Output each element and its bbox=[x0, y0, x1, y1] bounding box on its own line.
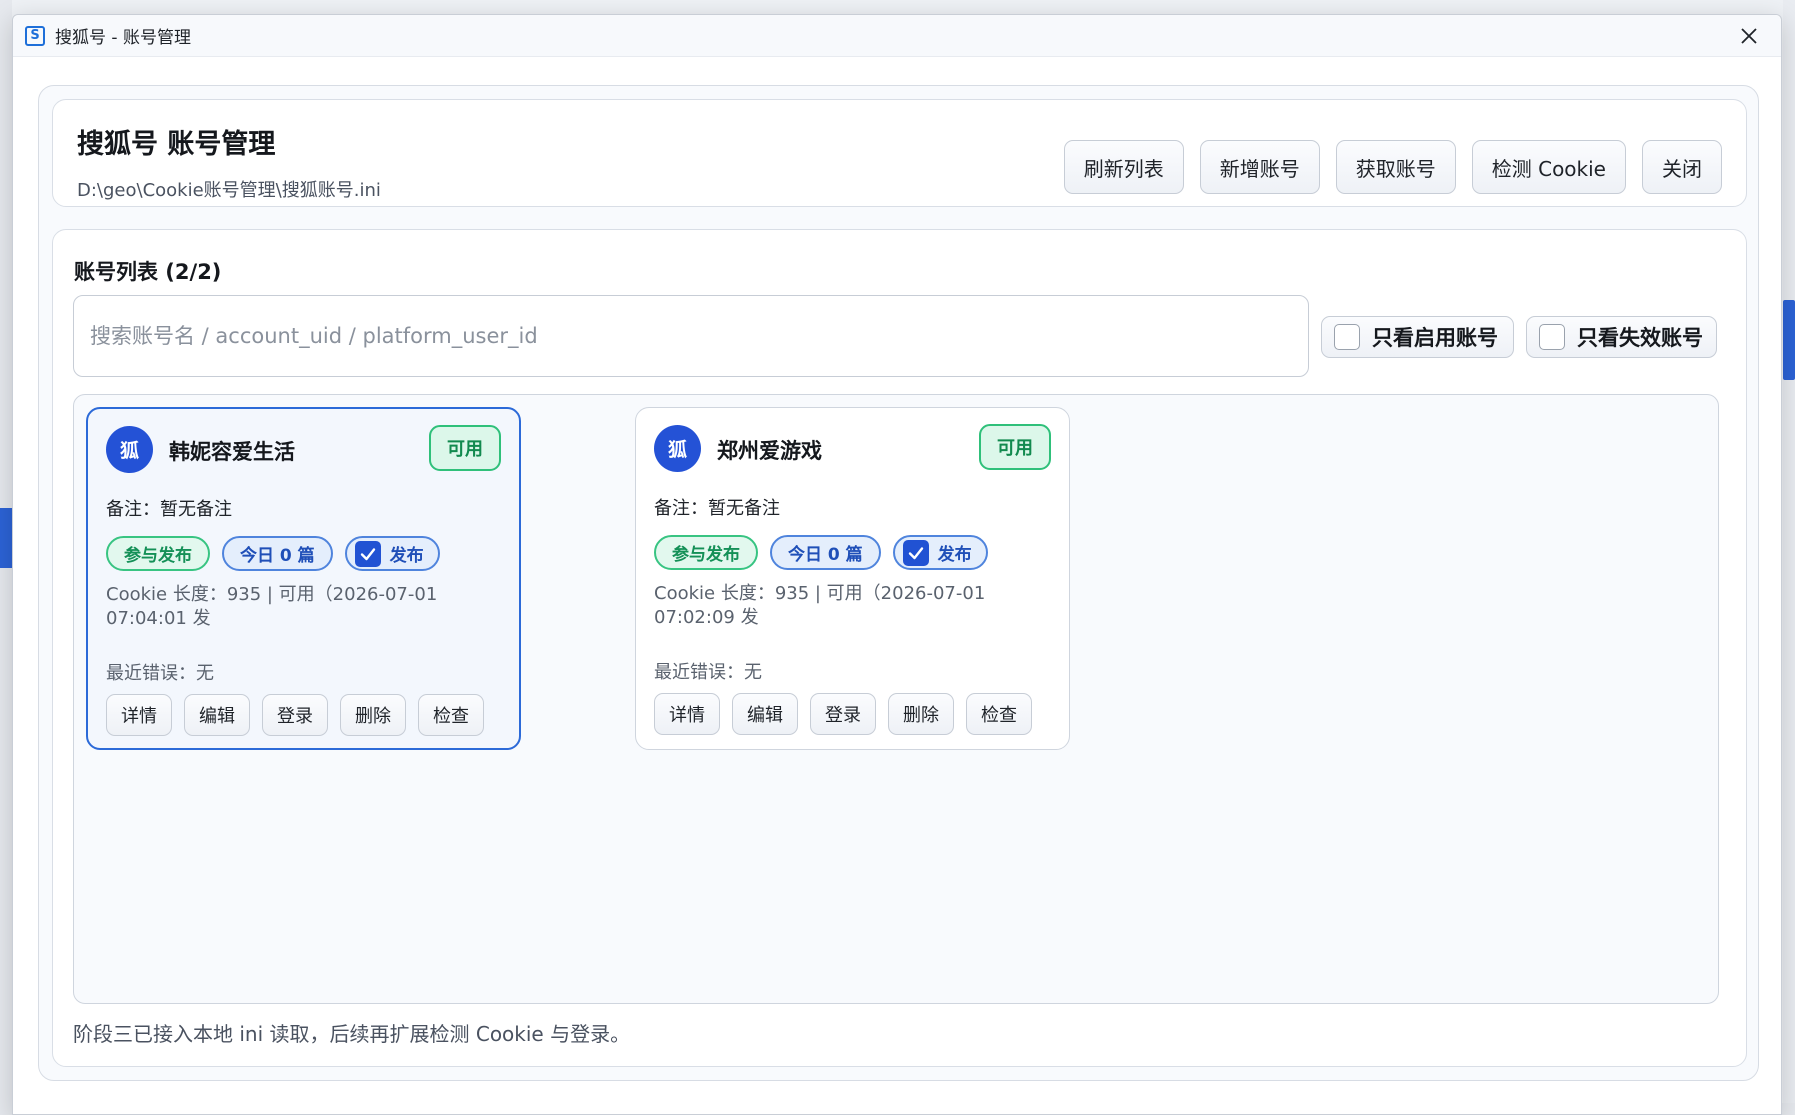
card-actions: 详情 编辑 登录 删除 检查 bbox=[654, 693, 1032, 735]
cookie-info: Cookie 长度：935 | 可用（2026-07-01 07:04:01 发 bbox=[106, 584, 438, 629]
account-tags: 参与发布 今日 0 篇 发布 bbox=[106, 536, 440, 571]
publish-label: 发布 bbox=[937, 545, 972, 565]
header-toolbar: 刷新列表 新增账号 获取账号 检测 Cookie 关闭 bbox=[1063, 140, 1722, 194]
account-remark: 备注：暂无备注 bbox=[654, 498, 780, 519]
background-right-strip bbox=[1783, 0, 1795, 1115]
account-manager-window: S 搜狐号 - 账号管理 搜狐号 账号管理 D:\geo\Cookie账号管理\… bbox=[12, 14, 1782, 1115]
account-remark: 备注：暂无备注 bbox=[106, 499, 232, 520]
title-bar[interactable]: S 搜狐号 - 账号管理 bbox=[13, 15, 1781, 57]
refresh-list-button[interactable]: 刷新列表 bbox=[1063, 140, 1184, 194]
account-list-title: 账号列表 (2/2) bbox=[74, 260, 222, 284]
checkmark-icon[interactable] bbox=[354, 540, 381, 567]
check-button[interactable]: 检查 bbox=[966, 693, 1032, 735]
status-badge: 可用 bbox=[979, 424, 1051, 470]
avatar: 狐 bbox=[654, 425, 701, 472]
window-title: 搜狐号 - 账号管理 bbox=[55, 28, 191, 48]
background-left-strip bbox=[0, 0, 12, 1115]
check-cookie-button[interactable]: 检测 Cookie bbox=[1471, 140, 1626, 194]
account-cards-area: 狐 韩妮容爱生活 可用 备注：暂无备注 参与发布 今日 0 篇 发布 Cooki… bbox=[73, 394, 1719, 1004]
today-count-tag: 今日 0 篇 bbox=[770, 535, 881, 570]
today-count-tag: 今日 0 篇 bbox=[222, 536, 333, 571]
only-invalid-checkbox[interactable]: 只看失效账号 bbox=[1526, 316, 1717, 358]
app-logo-icon: S bbox=[25, 25, 45, 46]
only-enabled-checkbox[interactable]: 只看启用账号 bbox=[1321, 316, 1514, 358]
login-button[interactable]: 登录 bbox=[810, 693, 876, 735]
account-name: 韩妮容爱生活 bbox=[169, 440, 295, 464]
account-list-card: 账号列表 (2/2) 只看启用账号 只看失效账号 狐 韩妮容爱生活 可用 备注：… bbox=[52, 229, 1747, 1067]
fetch-account-button[interactable]: 获取账号 bbox=[1335, 140, 1456, 194]
edit-button[interactable]: 编辑 bbox=[732, 693, 798, 735]
footer-note: 阶段三已接入本地 ini 读取，后续再扩展检测 Cookie 与登录。 bbox=[73, 1022, 631, 1046]
details-button[interactable]: 详情 bbox=[106, 694, 172, 736]
last-error: 最近错误：无 bbox=[654, 662, 762, 683]
background-nav-highlight bbox=[0, 508, 12, 568]
account-tags: 参与发布 今日 0 篇 发布 bbox=[654, 535, 988, 570]
account-card[interactable]: 狐 韩妮容爱生活 可用 备注：暂无备注 参与发布 今日 0 篇 发布 Cooki… bbox=[86, 407, 521, 750]
participate-tag: 参与发布 bbox=[654, 535, 758, 570]
search-input[interactable] bbox=[73, 295, 1309, 377]
login-button[interactable]: 登录 bbox=[262, 694, 328, 736]
page-title: 搜狐号 账号管理 bbox=[77, 129, 276, 160]
only-invalid-label: 只看失效账号 bbox=[1577, 326, 1703, 350]
avatar: 狐 bbox=[106, 426, 153, 473]
card-actions: 详情 编辑 登录 删除 检查 bbox=[106, 694, 484, 736]
content-shell: 搜狐号 账号管理 D:\geo\Cookie账号管理\搜狐账号.ini 刷新列表… bbox=[38, 85, 1759, 1081]
checkbox-box[interactable] bbox=[1539, 324, 1565, 350]
cookie-info: Cookie 长度：935 | 可用（2026-07-01 07:02:09 发 bbox=[654, 583, 986, 628]
background-scroll-highlight bbox=[1783, 300, 1795, 380]
publish-label: 发布 bbox=[389, 546, 424, 566]
check-button[interactable]: 检查 bbox=[418, 694, 484, 736]
only-enabled-label: 只看启用账号 bbox=[1372, 326, 1498, 350]
config-file-path: D:\geo\Cookie账号管理\搜狐账号.ini bbox=[77, 180, 381, 201]
account-card[interactable]: 狐 郑州爱游戏 可用 备注：暂无备注 参与发布 今日 0 篇 发布 Cookie… bbox=[635, 407, 1070, 750]
account-name: 郑州爱游戏 bbox=[717, 439, 822, 463]
delete-button[interactable]: 删除 bbox=[340, 694, 406, 736]
publish-toggle[interactable]: 发布 bbox=[344, 536, 440, 571]
last-error: 最近错误：无 bbox=[106, 663, 214, 684]
header-card: 搜狐号 账号管理 D:\geo\Cookie账号管理\搜狐账号.ini 刷新列表… bbox=[52, 99, 1747, 207]
details-button[interactable]: 详情 bbox=[654, 693, 720, 735]
add-account-button[interactable]: 新增账号 bbox=[1199, 140, 1320, 194]
edit-button[interactable]: 编辑 bbox=[184, 694, 250, 736]
checkmark-icon[interactable] bbox=[902, 539, 929, 566]
close-button[interactable]: 关闭 bbox=[1642, 140, 1722, 194]
publish-toggle[interactable]: 发布 bbox=[892, 535, 988, 570]
delete-button[interactable]: 删除 bbox=[888, 693, 954, 735]
checkbox-box[interactable] bbox=[1334, 324, 1360, 350]
status-badge: 可用 bbox=[429, 425, 501, 471]
participate-tag: 参与发布 bbox=[106, 536, 210, 571]
window-close-icon[interactable] bbox=[1737, 24, 1761, 48]
